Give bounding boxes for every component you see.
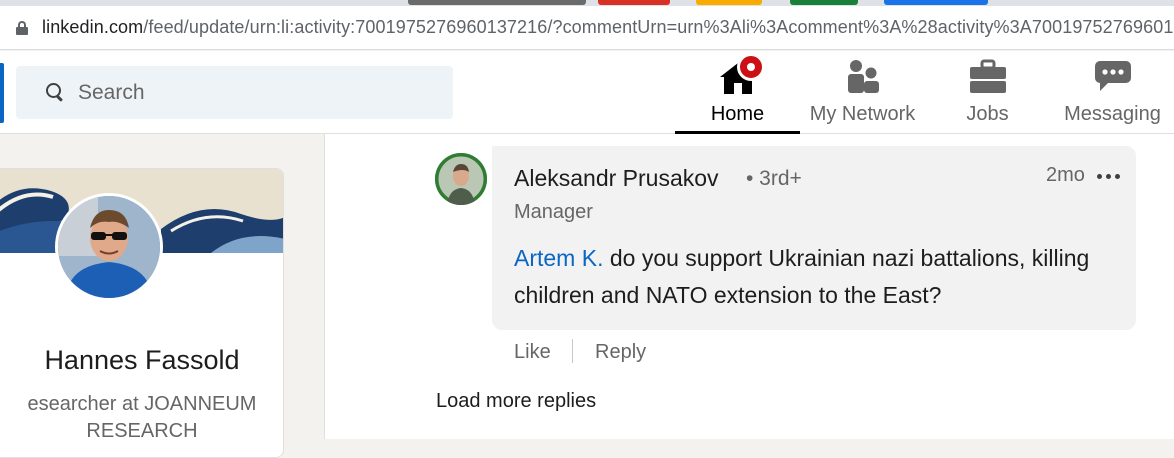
messaging-icon (1094, 61, 1131, 91)
browser-tab[interactable] (408, 0, 586, 5)
reply-button[interactable]: Reply (595, 341, 646, 364)
comment-author-name[interactable]: Aleksandr Prusakov (514, 165, 719, 192)
profile-card: Hannes Fassold esearcher at JOANNEUM RES… (0, 168, 284, 458)
browser-tab[interactable] (598, 0, 670, 5)
profile-name[interactable]: Hannes Fassold (0, 345, 283, 376)
nav-jobs-label: Jobs (966, 103, 1009, 125)
connection-degree: • 3rd+ (746, 167, 802, 190)
search-box[interactable] (16, 66, 453, 119)
comment-timestamp: 2mo (1046, 164, 1085, 186)
profile-headline: esearcher at JOANNEUM RESEARCH (0, 391, 283, 445)
linkedin-header: Home My Network Jobs Messaging (0, 51, 1174, 134)
comment-mention-link[interactable]: Artem K. (514, 245, 603, 271)
url-host: linkedin.com (42, 17, 144, 37)
commenter-avatar[interactable] (435, 153, 487, 205)
commenter-photo (435, 153, 487, 205)
profile-photo (58, 196, 160, 298)
nav-jobs[interactable]: Jobs (925, 51, 1050, 133)
briefcase-icon (969, 59, 1006, 93)
url-text[interactable]: linkedin.com/feed/update/urn:li:activity… (42, 17, 1174, 38)
search-icon (46, 83, 64, 102)
search-input[interactable] (78, 78, 438, 108)
browser-tab[interactable] (884, 0, 988, 5)
notification-badge (737, 53, 765, 81)
address-bar[interactable]: linkedin.com/feed/update/urn:li:activity… (0, 6, 1174, 50)
profile-headline-line: RESEARCH (86, 420, 198, 442)
more-options-icon[interactable] (1097, 174, 1121, 180)
comment-author-title: Manager (514, 201, 593, 223)
nav-home[interactable]: Home (675, 51, 800, 134)
nav-my-network[interactable]: My Network (800, 51, 925, 133)
comment-text: Artem K. do you support Ukrainian nazi b… (514, 240, 1114, 314)
linkedin-logo[interactable] (0, 63, 4, 123)
nav-messaging[interactable]: Messaging (1050, 51, 1174, 133)
url-path: /feed/update/urn:li:activity:70019752769… (143, 17, 1174, 37)
lock-icon[interactable] (16, 21, 28, 35)
browser-tab[interactable] (790, 0, 858, 5)
nav-home-label: Home (710, 103, 765, 125)
nav-my-network-label: My Network (809, 103, 916, 125)
load-more-replies-button[interactable]: Load more replies (436, 390, 596, 413)
action-divider (572, 339, 573, 363)
profile-avatar[interactable] (55, 193, 163, 301)
nav-messaging-label: Messaging (1064, 103, 1161, 125)
like-button[interactable]: Like (514, 341, 551, 364)
profile-headline-line: esearcher at JOANNEUM (27, 393, 257, 415)
browser-tab[interactable] (696, 0, 762, 5)
network-icon (847, 60, 879, 93)
